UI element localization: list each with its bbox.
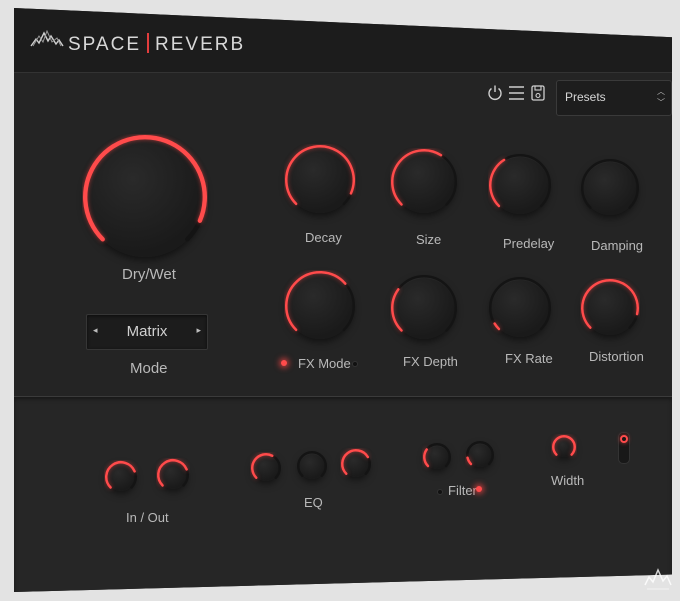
- knob-value-arc: [391, 149, 443, 206]
- knob-value-arc: [466, 456, 473, 466]
- knob-value-arc: [341, 449, 370, 475]
- fx-rate-knob[interactable]: [488, 276, 552, 340]
- input-knob[interactable]: [104, 460, 138, 494]
- width-knob[interactable]: [551, 434, 577, 460]
- knob-track: [297, 451, 327, 477]
- knob-track: [423, 443, 451, 468]
- knob-ring: [285, 145, 355, 206]
- knob-value-arc: [423, 448, 430, 468]
- knob-ring: [489, 277, 551, 331]
- knob-ring: [489, 154, 551, 208]
- fx-rate-label: FX Rate: [505, 351, 553, 366]
- damping-label: Damping: [591, 238, 644, 253]
- knob-ring: [285, 271, 355, 332]
- save-icon[interactable]: [531, 85, 545, 101]
- fx-mode-knob[interactable]: [284, 270, 356, 342]
- decay-knob[interactable]: [284, 144, 356, 216]
- fx-mode-label: FX Mode: [298, 356, 351, 371]
- knob-value-arc: [489, 158, 506, 208]
- plugin-window: SPACE REVERB Presets ︿ ﹀ Dry/Wet Decay Si…: [14, 8, 672, 592]
- knob-ring: [105, 461, 137, 489]
- bypass-switch[interactable]: [618, 432, 630, 464]
- waveform-logo-icon: [30, 30, 64, 47]
- mode-value: Matrix: [126, 323, 168, 340]
- knob-value-arc: [581, 279, 639, 329]
- chevron-down-icon: ﹀: [657, 98, 665, 107]
- knob-value-arc: [251, 453, 274, 479]
- knob-ring: [581, 159, 639, 209]
- predelay-knob[interactable]: [488, 153, 552, 217]
- damping-knob[interactable]: [580, 158, 640, 218]
- header-bar: SPACE REVERB: [14, 8, 672, 73]
- knob-value-arc: [493, 322, 501, 331]
- knob-track: [489, 277, 551, 331]
- mode-label: Mode: [130, 360, 168, 377]
- dry-wet-knob[interactable]: [82, 134, 208, 260]
- knob-track: [581, 159, 639, 209]
- knob-ring: [552, 435, 576, 456]
- knob-ring: [391, 275, 457, 332]
- brand-right: REVERB: [155, 34, 246, 55]
- brand-title: SPACE REVERB: [68, 33, 245, 56]
- knob-ring: [83, 135, 207, 242]
- predelay-label: Predelay: [503, 236, 555, 251]
- knob-value-arc: [157, 459, 188, 487]
- eq-mid-knob[interactable]: [296, 450, 328, 482]
- knob-value-arc: [552, 435, 576, 456]
- filter-label: Filter: [448, 483, 477, 498]
- knob-value-arc: [285, 271, 347, 332]
- distortion-label: Distortion: [589, 349, 644, 364]
- fx-mode-led-left[interactable]: [281, 360, 287, 366]
- distortion-knob[interactable]: [580, 278, 640, 338]
- mode-next-arrow[interactable]: ▸: [196, 325, 201, 336]
- size-knob[interactable]: [390, 148, 458, 216]
- decay-label: Decay: [305, 230, 342, 245]
- power-icon[interactable]: [487, 84, 503, 102]
- eq-label: EQ: [304, 495, 323, 510]
- knob-ring: [157, 459, 189, 487]
- knob-value-arc: [83, 135, 207, 242]
- presets-arrows: ︿ ﹀: [657, 86, 665, 108]
- knob-ring: [341, 449, 371, 475]
- fx-depth-label: FX Depth: [403, 354, 458, 369]
- output-knob[interactable]: [156, 458, 190, 492]
- size-label: Size: [416, 232, 442, 247]
- bottom-panel: [14, 396, 672, 592]
- fx-mode-led-right[interactable]: [352, 361, 358, 367]
- in-out-label: In / Out: [126, 510, 169, 525]
- knob-ring: [297, 451, 327, 477]
- fx-depth-knob[interactable]: [390, 274, 458, 342]
- knob-ring: [466, 441, 494, 466]
- watermark-logo-icon: [644, 568, 672, 590]
- mode-selector[interactable]: ◂ Matrix ▸: [86, 314, 208, 350]
- knob-track: [391, 275, 457, 332]
- brand-separator: [147, 33, 150, 53]
- dry-wet-label: Dry/Wet: [122, 266, 176, 283]
- filter-high-knob[interactable]: [465, 440, 495, 470]
- knob-ring: [391, 149, 457, 206]
- width-label: Width: [551, 473, 585, 488]
- knob-value-arc: [391, 288, 403, 332]
- knob-ring: [423, 443, 451, 468]
- knob-ring: [581, 279, 639, 329]
- filter-led-left[interactable]: [437, 489, 443, 495]
- knob-value-arc: [105, 461, 136, 489]
- filter-low-knob[interactable]: [422, 442, 452, 472]
- knob-value-arc: [285, 145, 355, 206]
- presets-label: Presets: [565, 90, 606, 104]
- presets-select[interactable]: Presets ︿ ﹀: [556, 80, 672, 116]
- menu-icon[interactable]: [509, 85, 524, 101]
- brand-left: SPACE: [68, 34, 142, 55]
- knob-ring: [251, 453, 281, 479]
- chevron-up-icon: ︿: [657, 87, 665, 96]
- knob-track: [466, 441, 494, 466]
- eq-high-knob[interactable]: [340, 448, 372, 480]
- filter-led-right[interactable]: [476, 486, 482, 492]
- eq-low-knob[interactable]: [250, 452, 282, 484]
- switch-indicator: [620, 435, 628, 443]
